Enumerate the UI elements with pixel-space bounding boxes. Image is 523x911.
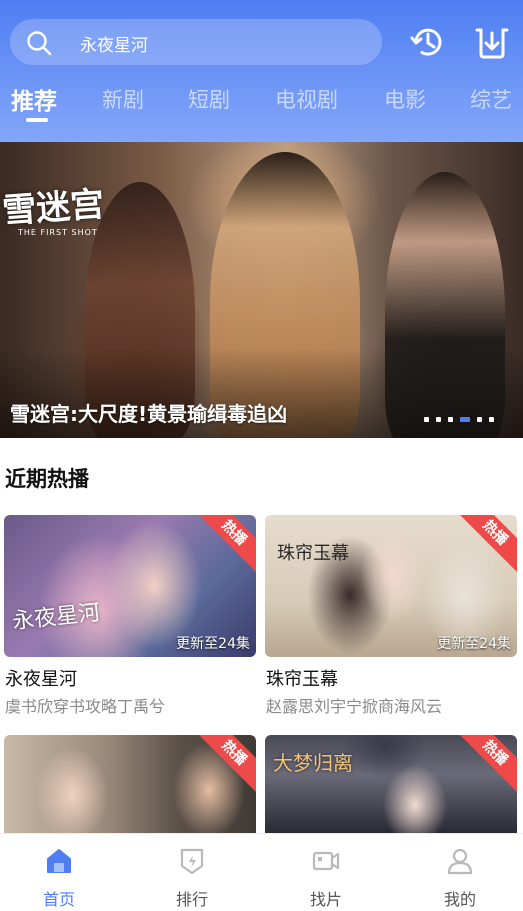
home-icon <box>47 849 71 873</box>
video-camera-icon <box>312 851 340 871</box>
history-icon[interactable] <box>408 22 448 62</box>
banner-title: 雪迷宫:大尺度!黄景瑜缉毒追凶 <box>10 402 288 426</box>
carousel-dot-active[interactable] <box>460 416 470 422</box>
carousel-dot[interactable] <box>448 416 453 422</box>
card-description: 虞书欣穿书攻略丁禹兮 <box>5 697 166 716</box>
nav-discover[interactable]: 找片 <box>261 834 391 911</box>
top-header: 永夜星河 推荐 新剧 短剧 电视剧 电影 综艺 <box>0 0 523 142</box>
search-placeholder: 永夜星河 <box>80 36 148 56</box>
tab-short-drama[interactable]: 短剧 <box>188 84 230 114</box>
nav-ranking[interactable]: 排行 <box>127 834 257 911</box>
card-poster: 珠帘玉幕 热播 更新至24集 <box>265 515 517 657</box>
carousel-dot[interactable] <box>477 416 482 422</box>
tab-recommend[interactable]: 推荐 <box>11 82 57 116</box>
tab-movie[interactable]: 电影 <box>384 84 426 114</box>
card-poster: 热播 <box>4 735 256 833</box>
carousel-dot[interactable] <box>489 416 494 422</box>
video-card[interactable]: 大梦归离 热播 <box>265 735 517 833</box>
card-title: 永夜星河 <box>5 669 77 690</box>
user-icon <box>447 848 473 875</box>
video-card[interactable]: 永夜星河 热播 更新至24集 永夜星河 虞书欣穿书攻略丁禹兮 <box>4 515 256 716</box>
card-poster: 大梦归离 热播 <box>265 735 517 833</box>
poster-title-art: 珠帘玉幕 <box>277 543 349 564</box>
bottom-nav: 首页 排行 找片 我的 <box>0 833 523 911</box>
card-poster: 永夜星河 热播 更新至24集 <box>4 515 256 657</box>
carousel-dot[interactable] <box>424 416 429 422</box>
banner-logo: 雪迷宫 <box>0 184 106 232</box>
category-tabs: 推荐 新剧 短剧 电视剧 电影 综艺 <box>0 80 523 128</box>
download-icon[interactable] <box>472 22 512 62</box>
search-icon <box>27 31 52 56</box>
nav-label: 排行 <box>175 890 208 909</box>
ranking-icon <box>180 848 204 875</box>
search-bar[interactable]: 永夜星河 <box>10 19 382 65</box>
nav-profile[interactable]: 我的 <box>395 834 523 911</box>
nav-label: 我的 <box>443 890 476 909</box>
section-title: 近期热播 <box>5 467 89 491</box>
carousel-dots <box>424 415 494 423</box>
update-badge: 更新至24集 <box>176 636 250 652</box>
poster-title-art: 大梦归离 <box>273 751 353 775</box>
tab-tv-series[interactable]: 电视剧 <box>275 84 338 114</box>
nav-home[interactable]: 首页 <box>0 834 124 911</box>
video-card[interactable]: 热播 <box>4 735 256 833</box>
tab-variety[interactable]: 综艺 <box>470 84 512 114</box>
nav-label: 找片 <box>309 890 342 909</box>
nav-label: 首页 <box>42 890 75 909</box>
card-description: 赵露思刘宇宁掀商海风云 <box>266 697 443 716</box>
card-title: 珠帘玉幕 <box>266 669 338 690</box>
carousel-dot[interactable] <box>436 416 441 422</box>
active-tab-indicator <box>26 118 48 122</box>
update-badge: 更新至24集 <box>437 636 511 652</box>
banner-logo-subtitle: THE FIRST SHOT <box>18 228 98 237</box>
featured-banner[interactable]: 雪迷宫 THE FIRST SHOT 雪迷宫:大尺度!黄景瑜缉毒追凶 <box>0 142 523 438</box>
video-card[interactable]: 珠帘玉幕 热播 更新至24集 珠帘玉幕 赵露思刘宇宁掀商海风云 <box>265 515 517 716</box>
tab-new-drama[interactable]: 新剧 <box>102 84 144 114</box>
